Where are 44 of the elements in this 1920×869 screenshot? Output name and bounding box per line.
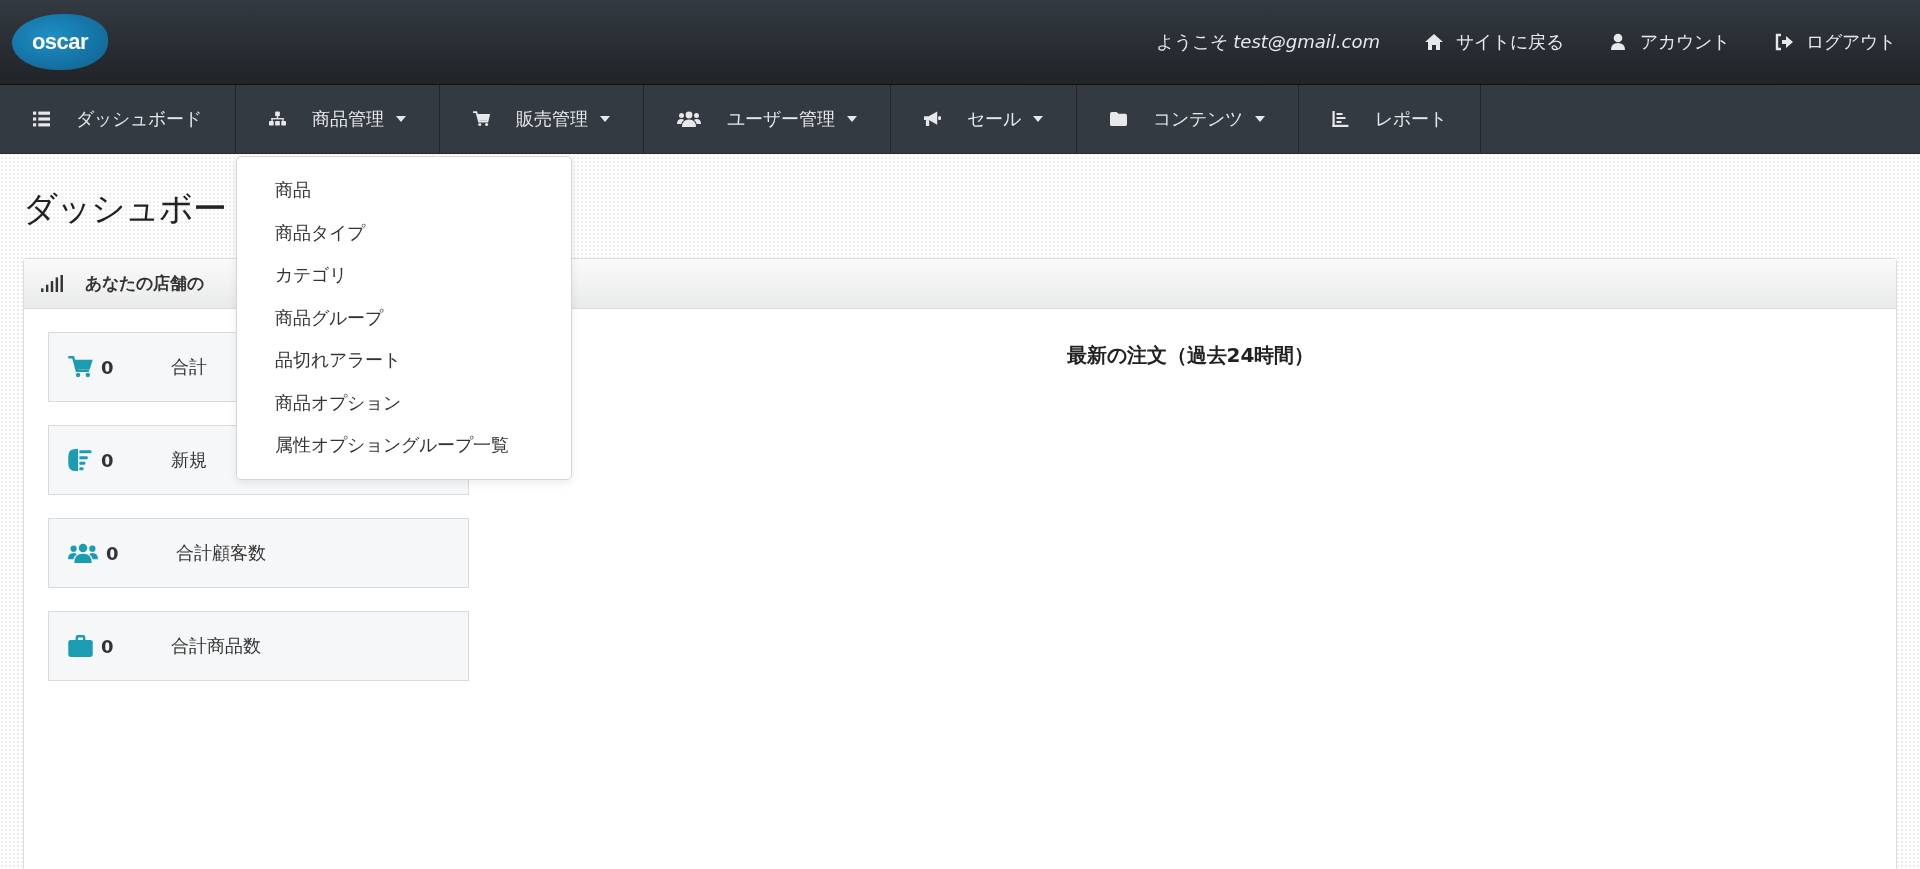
users-icon bbox=[68, 542, 98, 564]
nav-item[interactable]: コンテンツ bbox=[1077, 85, 1298, 153]
stat-value: 0 bbox=[101, 449, 115, 471]
pointing-hand-icon bbox=[68, 449, 93, 471]
header-link[interactable]: ログアウト bbox=[1774, 30, 1896, 54]
stat-label: 合計商品数 bbox=[171, 634, 261, 658]
folder-icon bbox=[1110, 111, 1127, 127]
nav-item[interactable]: ユーザー管理 bbox=[644, 85, 890, 153]
stat-label: 合計顧客数 bbox=[176, 541, 266, 565]
menu-item[interactable]: 商品オプション bbox=[237, 381, 571, 424]
orders-heading: 最新の注文（過去24時間） bbox=[1065, 342, 1316, 369]
home-icon bbox=[1424, 33, 1444, 51]
nav-item[interactable]: ダッシュボード bbox=[0, 85, 235, 153]
stat-value: 0 bbox=[106, 542, 120, 564]
user-icon bbox=[1608, 33, 1628, 51]
header-link[interactable]: サイトに戻る bbox=[1424, 30, 1564, 54]
menu-item[interactable]: 品切れアラート bbox=[237, 339, 571, 382]
chart-icon bbox=[1332, 111, 1349, 127]
cart-icon bbox=[68, 356, 93, 378]
stat-label: 合計 bbox=[171, 355, 207, 379]
menu-item[interactable]: 商品 bbox=[237, 169, 571, 212]
sitemap-icon bbox=[269, 111, 286, 127]
stat-value: 0 bbox=[101, 635, 115, 657]
nav-item[interactable]: レポート bbox=[1299, 85, 1480, 153]
logo[interactable]: oscar bbox=[12, 14, 108, 70]
menu-item[interactable]: 商品グループ bbox=[237, 296, 571, 339]
cart-icon bbox=[473, 111, 490, 127]
nav-item[interactable]: セール bbox=[891, 85, 1076, 153]
header-link[interactable]: アカウント bbox=[1608, 30, 1730, 54]
menu-item[interactable]: カテゴリ bbox=[237, 254, 571, 297]
list-icon bbox=[33, 111, 50, 127]
megaphone-icon bbox=[924, 111, 941, 127]
stat-value: 0 bbox=[101, 356, 115, 378]
briefcase-icon bbox=[68, 635, 93, 657]
stat-label: 新規 bbox=[171, 448, 207, 472]
menu-item[interactable]: 商品タイプ bbox=[237, 211, 571, 254]
welcome-text: ようこそ test@gmail.com bbox=[1155, 30, 1380, 54]
signal-icon bbox=[41, 275, 63, 292]
panel-title: あなたの店舗の bbox=[85, 272, 204, 295]
users-icon bbox=[677, 111, 701, 127]
page-title: ダッシュボー bbox=[23, 187, 226, 230]
nav-item[interactable]: 販売管理 bbox=[440, 85, 643, 153]
menu-item[interactable]: 属性オプショングループ一覧 bbox=[237, 424, 571, 467]
logout-icon bbox=[1774, 33, 1794, 51]
